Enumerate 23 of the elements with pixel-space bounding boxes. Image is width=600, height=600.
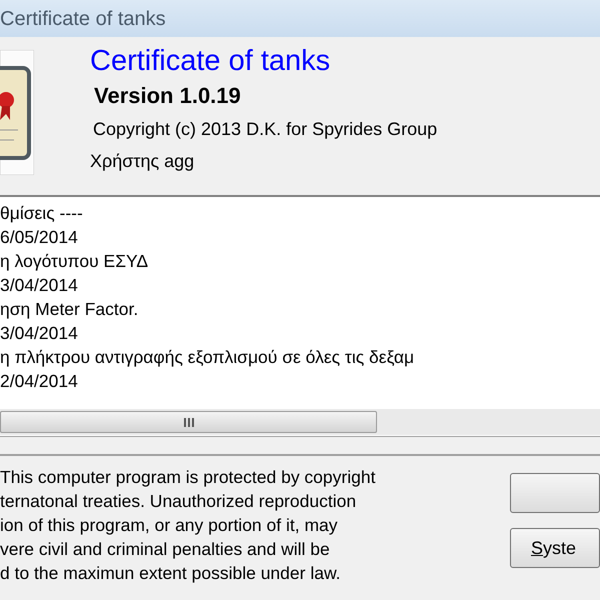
dialog-button[interactable] [510,473,600,513]
warning-line: ion of this program, or any portion of it, may [0,514,338,537]
changelog-line: 3/04/2014 [0,322,78,345]
grip-icon [182,418,194,426]
warning-line: This computer program is protected by copyright [0,466,376,489]
horizontal-scrollbar[interactable] [0,409,600,435]
scrollbar-thumb[interactable] [0,411,377,433]
window-title: Certificate of tanks [0,6,166,32]
copyright-text: Copyright (c) 2013 D.K. for Spyrides Group [93,118,438,141]
system-info-button[interactable]: Syste [510,528,600,568]
changelog-line: η λογότυπου ΕΣΥΔ [0,250,148,273]
app-name: Certificate of tanks [90,44,330,79]
changelog-line: 2/04/2014 [0,370,78,393]
warning-line: vere civil and criminal penalties and will be [0,538,330,561]
warning-line: d to the maximun extent possible under law. [0,562,340,585]
changelog-line: 3/04/2014 [0,274,78,297]
user-text: Χρήστης agg [90,150,194,173]
changelog-line: 6/05/2014 [0,226,78,249]
changelog-line: η πλήκτρου αντιγραφής εξοπλισμού σε όλες τις δεξαμ [0,346,414,369]
version-text: Version 1.0.19 [94,82,241,110]
changelog-line: ηση Meter Factor. [0,298,138,321]
changelog-line: θμίσεις ---- [0,202,83,225]
warning-line: ternatonal treaties. Unauthorized reproduction [0,490,356,513]
